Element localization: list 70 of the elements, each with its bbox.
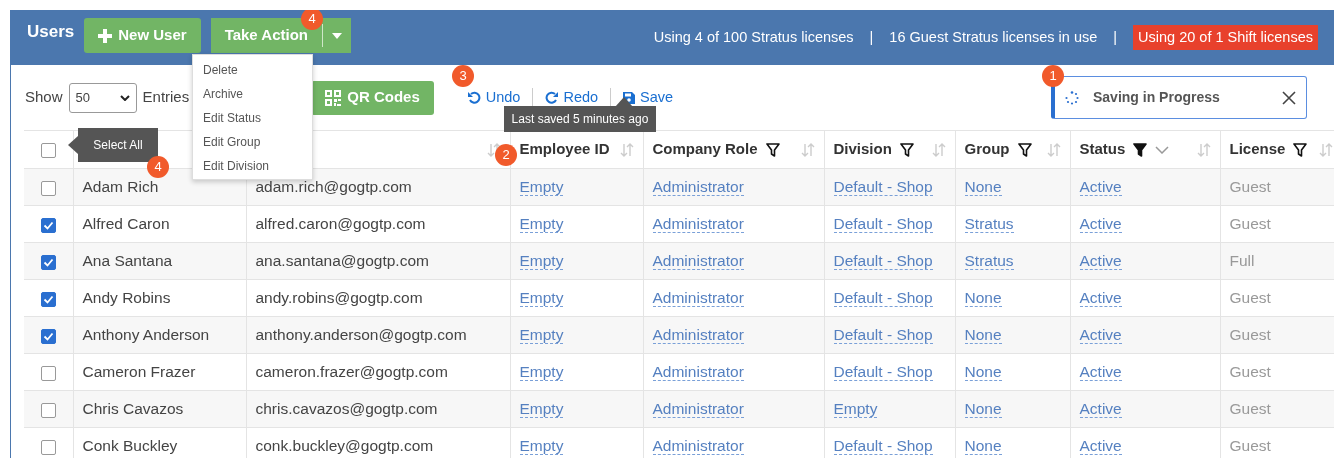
column-header[interactable]: Status (1079, 138, 1126, 161)
table-cell[interactable]: Empty (519, 178, 564, 197)
table-cell: Guest (1229, 437, 1271, 455)
table-cell[interactable]: Empty (519, 400, 564, 419)
license-info: Using 20 of 1 Shift licenses (1133, 24, 1318, 51)
table-cell: Andy Robins (82, 289, 171, 307)
table-cell: Chris Cavazos (82, 400, 184, 418)
table-cell: Guest (1229, 215, 1271, 233)
table-cell[interactable]: Active (1079, 289, 1122, 308)
step-marker: 4 (301, 10, 323, 30)
menu-item[interactable]: Archive (193, 81, 312, 105)
table-cell: Cameron Frazer (82, 363, 196, 381)
table-cell: Guest (1229, 400, 1271, 418)
table-cell: Guest (1229, 363, 1271, 381)
table-cell: ana.santana@gogtp.com (255, 252, 429, 270)
license-info: Using 4 of 100 Stratus licenses (653, 27, 854, 47)
entries-label: Entries (142, 87, 190, 108)
entries-select[interactable]: 50 (68, 82, 137, 113)
redo-link[interactable]: Redo (539, 86, 605, 109)
table-cell: anthony.anderson@gogtp.com (255, 326, 467, 344)
table-cell: Alfred Caron (82, 215, 170, 233)
menu-item[interactable]: Delete (193, 57, 312, 81)
table-cell: Anthony Anderson (82, 326, 210, 344)
separator: | (1113, 27, 1118, 47)
license-info: 16 Guest Stratus licenses in use (889, 27, 1098, 47)
table-cell: Adam Rich (82, 178, 159, 196)
table-cell: Full (1229, 252, 1255, 270)
table-cell[interactable]: None (964, 363, 1002, 382)
table-cell[interactable]: Active (1079, 178, 1122, 197)
table-cell[interactable]: Active (1079, 252, 1122, 271)
table-cell[interactable]: None (964, 289, 1002, 308)
menu-item[interactable]: Edit Division (193, 153, 312, 177)
table-cell[interactable]: Empty (519, 215, 564, 234)
table-cell[interactable]: Active (1079, 215, 1122, 234)
table-cell[interactable]: Active (1079, 326, 1122, 345)
step-marker: 3 (452, 65, 474, 87)
table-cell: Guest (1229, 326, 1271, 344)
table-cell: Guest (1229, 178, 1271, 196)
qr-codes-button[interactable]: QR Codes (311, 80, 434, 115)
menu-item[interactable]: Edit Group (193, 129, 312, 153)
menu-item[interactable]: Edit Status (193, 105, 312, 129)
toast-message: Saving in Progress (1093, 88, 1221, 107)
step-marker: 2 (495, 144, 517, 166)
table-cell: chris.cavazos@gogtp.com (255, 400, 438, 418)
undo-link[interactable]: Undo (461, 86, 527, 109)
table-cell[interactable]: Empty (519, 363, 564, 382)
table-cell[interactable]: None (964, 326, 1002, 345)
table-cell: adam.rich@gogtp.com (255, 178, 412, 196)
table-cell[interactable]: Empty (519, 252, 564, 271)
new-user-button[interactable]: New User (84, 18, 201, 53)
separator: | (869, 27, 874, 47)
select-value: 50 (75, 88, 90, 107)
table-cell: alfred.caron@gogtp.com (255, 215, 426, 233)
table-cell: Conk Buckley (82, 437, 178, 455)
table-cell[interactable]: Active (1079, 363, 1122, 382)
table-cell: Ana Santana (82, 252, 173, 270)
table-cell: Guest (1229, 289, 1271, 307)
show-label: Show (25, 87, 63, 108)
table-cell[interactable]: Empty (519, 326, 564, 345)
table-cell[interactable]: Empty (833, 400, 878, 419)
table-cell[interactable]: Active (1079, 400, 1122, 419)
table-cell[interactable]: None (964, 178, 1002, 197)
step-marker: 1 (1042, 65, 1064, 87)
table-cell[interactable]: None (964, 400, 1002, 419)
table-cell: cameron.frazer@gogtp.com (255, 363, 448, 381)
table-cell[interactable]: Empty (519, 289, 564, 308)
table-cell: andy.robins@gogtp.com (255, 289, 423, 307)
table-cell[interactable]: Active (1079, 437, 1122, 456)
page-title: Users (27, 20, 75, 43)
table-cell: conk.buckley@gogtp.com (255, 437, 434, 455)
